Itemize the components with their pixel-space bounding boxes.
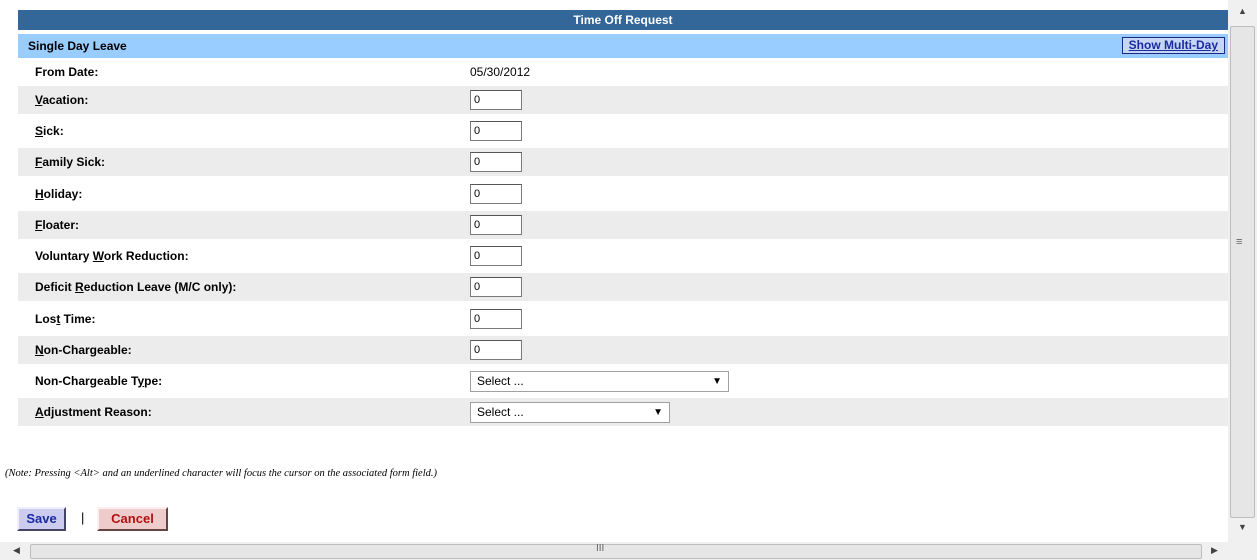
- page-title: Time Off Request: [18, 10, 1228, 30]
- vertical-scroll-thumb[interactable]: [1230, 26, 1255, 518]
- adjustment-reason-label: Adjustment Reason:: [35, 405, 152, 419]
- sick-label: Sick:: [35, 124, 64, 138]
- section-header: Single Day Leave Show Multi-Day: [18, 34, 1228, 58]
- family-sick-input[interactable]: [470, 152, 522, 172]
- section-title: Single Day Leave: [28, 39, 127, 53]
- holiday-input[interactable]: [470, 184, 522, 204]
- scroll-up-arrow-icon[interactable]: ▲: [1238, 6, 1247, 16]
- holiday-label: Holiday:: [35, 187, 83, 201]
- chevron-down-icon: ▼: [712, 376, 722, 387]
- floater-input[interactable]: [470, 215, 522, 235]
- chevron-down-icon: ▼: [653, 407, 663, 418]
- vacation-row: Vacation:: [18, 86, 1228, 114]
- adjustment-reason-row: Adjustment Reason: Select ... ▼: [18, 398, 1228, 426]
- horizontal-scrollbar[interactable]: ◀ III ▶: [0, 542, 1228, 560]
- non-chargeable-type-selected: Select ...: [477, 374, 524, 388]
- family-sick-label: Family Sick:: [35, 155, 106, 169]
- family-sick-row: Family Sick:: [18, 148, 1228, 176]
- non-chargeable-row: Non-Chargeable:: [18, 336, 1228, 364]
- keyboard-shortcut-note: (Note: Pressing <Alt> and an underlined …: [5, 468, 437, 479]
- non-chargeable-input[interactable]: [470, 340, 522, 360]
- content-area: Time Off Request Single Day Leave Show M…: [0, 0, 1228, 542]
- grip-icon: III: [596, 543, 605, 554]
- adjustment-reason-selected: Select ...: [477, 405, 524, 419]
- deficit-reduction-leave-label: Deficit Reduction Leave (M/C only):: [35, 280, 237, 294]
- grip-icon: ≡: [1236, 236, 1243, 248]
- lost-time-input[interactable]: [470, 309, 522, 329]
- vacation-input[interactable]: [470, 90, 522, 110]
- sick-input[interactable]: [470, 121, 522, 141]
- scrollbar-corner: [1228, 542, 1257, 560]
- scroll-down-arrow-icon[interactable]: ▼: [1238, 522, 1247, 532]
- non-chargeable-type-row: Non-Chargeable Type: Select ... ▼: [18, 367, 1228, 395]
- non-chargeable-label: Non-Chargeable:: [35, 343, 132, 357]
- from-date-label: From Date:: [35, 65, 99, 79]
- voluntary-work-reduction-input[interactable]: [470, 246, 522, 266]
- save-button[interactable]: Save: [17, 507, 66, 531]
- deficit-reduction-leave-input[interactable]: [470, 277, 522, 297]
- button-separator: |: [81, 510, 85, 525]
- holiday-row: Holiday:: [18, 180, 1228, 208]
- floater-label: Floater:: [35, 218, 80, 232]
- deficit-reduction-leave-row: Deficit Reduction Leave (M/C only):: [18, 273, 1228, 301]
- show-multi-day-button[interactable]: Show Multi-Day: [1121, 37, 1225, 54]
- vacation-label: Vacation:: [35, 93, 89, 107]
- sick-row: Sick:: [18, 117, 1228, 145]
- cancel-button[interactable]: Cancel: [97, 507, 168, 531]
- adjustment-reason-select[interactable]: Select ... ▼: [470, 402, 670, 423]
- from-date-value: 05/30/2012: [470, 65, 531, 79]
- non-chargeable-type-select[interactable]: Select ... ▼: [470, 371, 729, 392]
- horizontal-scroll-thumb[interactable]: [30, 544, 1202, 559]
- lost-time-label: Lost Time:: [35, 312, 96, 326]
- lost-time-row: Lost Time:: [18, 305, 1228, 333]
- scroll-left-arrow-icon[interactable]: ◀: [13, 545, 20, 556]
- non-chargeable-type-label: Non-Chargeable Type:: [35, 374, 163, 388]
- scroll-right-arrow-icon[interactable]: ▶: [1211, 545, 1218, 556]
- from-date-row: From Date: 05/30/2012: [18, 58, 1228, 86]
- floater-row: Floater:: [18, 211, 1228, 239]
- voluntary-work-reduction-label: Voluntary Work Reduction:: [35, 249, 189, 263]
- voluntary-work-reduction-row: Voluntary Work Reduction:: [18, 242, 1228, 270]
- vertical-scrollbar[interactable]: ▲ ≡ ▼: [1228, 0, 1257, 542]
